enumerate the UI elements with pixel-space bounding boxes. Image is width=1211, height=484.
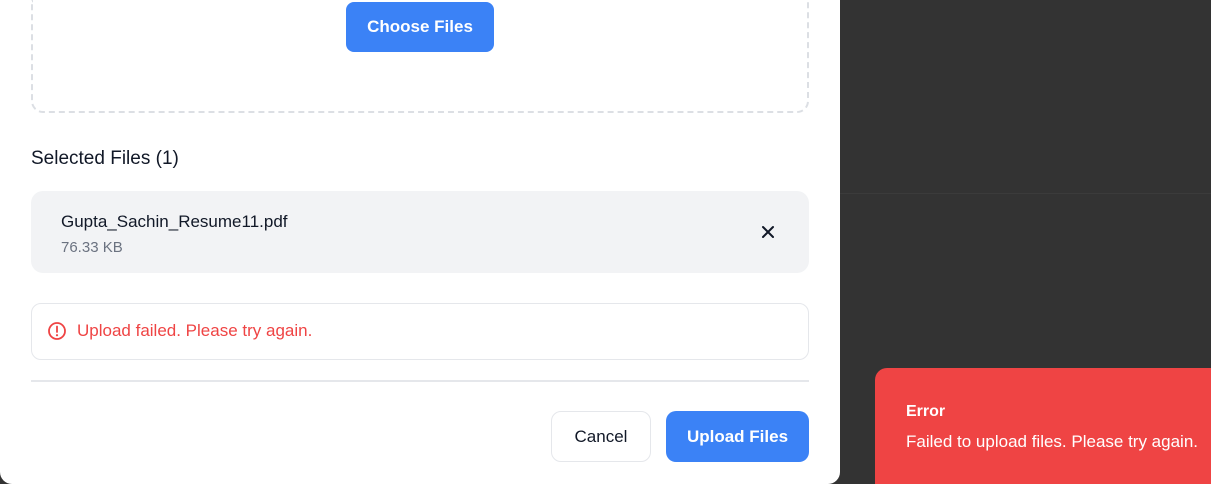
remove-file-button[interactable]: [758, 222, 778, 242]
alert-circle-icon: [48, 322, 66, 340]
upload-error-alert: Upload failed. Please try again.: [31, 303, 809, 360]
backdrop-divider: [840, 193, 1211, 194]
toast-message: Failed to upload files. Please try again…: [906, 432, 1199, 451]
upload-files-button[interactable]: Upload Files: [666, 411, 809, 462]
error-toast: Error Failed to upload files. Please try…: [875, 368, 1211, 484]
cancel-button[interactable]: Cancel: [551, 411, 651, 462]
file-size: 76.33 KB: [61, 239, 123, 256]
close-icon: [762, 226, 774, 238]
choose-files-button[interactable]: Choose Files: [346, 2, 494, 52]
file-list-item: Gupta_Sachin_Resume11.pdf 76.33 KB: [31, 191, 809, 273]
upload-dialog: Choose Files Selected Files (1) Gupta_Sa…: [0, 0, 840, 484]
selected-files-title: Selected Files (1): [31, 148, 179, 169]
footer-divider: [31, 380, 809, 382]
upload-error-message: Upload failed. Please try again.: [77, 321, 313, 340]
file-name: Gupta_Sachin_Resume11.pdf: [61, 212, 288, 231]
toast-title: Error: [906, 403, 946, 420]
